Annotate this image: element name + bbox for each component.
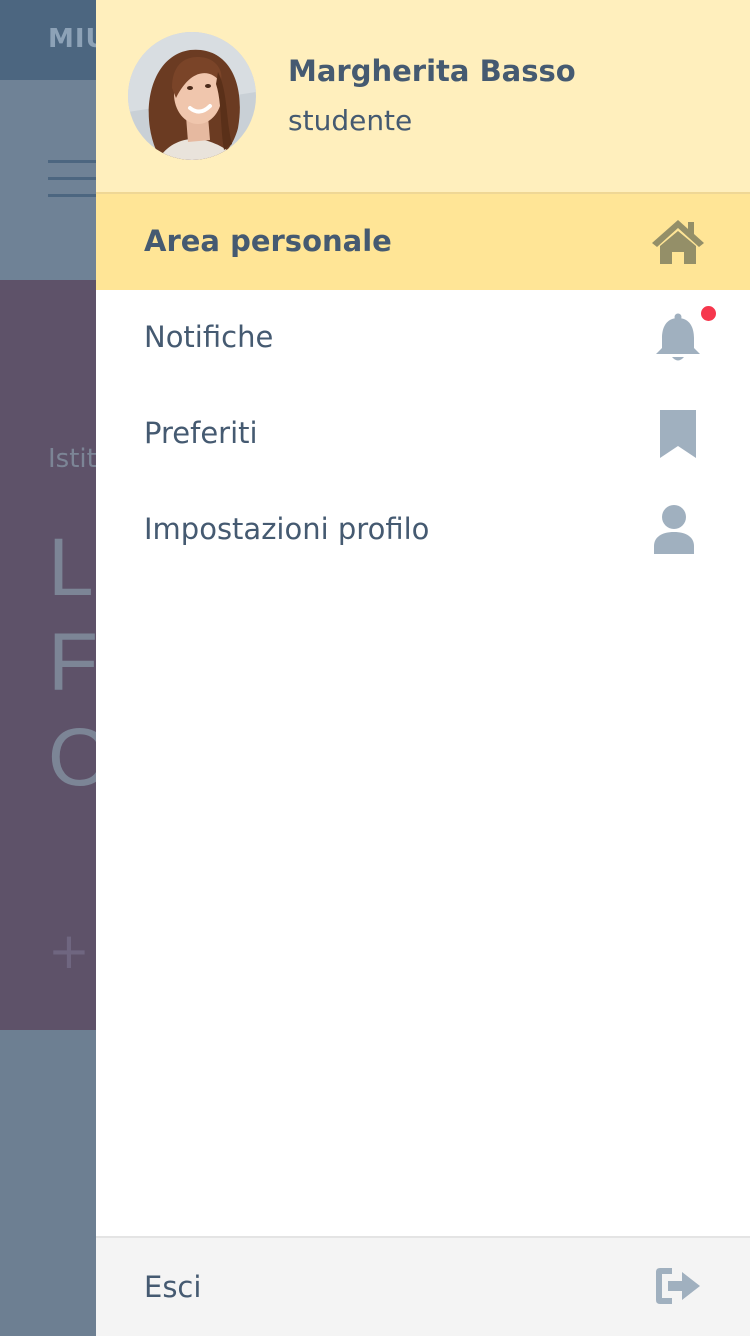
logout-icon (654, 1266, 704, 1306)
hamburger-menu-icon[interactable] (48, 160, 96, 198)
menu-item-notifiche[interactable]: Notifiche (96, 290, 750, 386)
menu-item-impostazioni-profilo[interactable]: Impostazioni profilo (96, 482, 750, 578)
menu-item-label: Preferiti (144, 416, 258, 450)
menu-item-label: Impostazioni profilo (144, 512, 430, 546)
menu-item-label: Notifiche (144, 320, 274, 354)
avatar[interactable] (128, 32, 256, 160)
user-icon (650, 504, 706, 556)
logout-label: Esci (144, 1270, 202, 1304)
user-name: Margherita Basso (288, 54, 576, 88)
bell-icon (650, 312, 706, 364)
bookmark-icon (650, 408, 706, 460)
drawer-header: Margherita Basso studente (96, 0, 750, 194)
background-hero-plus: + (48, 922, 90, 980)
navigation-drawer: Margherita Basso studente Area personale… (96, 0, 750, 1336)
background-hero-subtitle: Istit (48, 444, 97, 474)
home-icon (650, 216, 706, 268)
logout-button[interactable]: Esci (96, 1236, 750, 1336)
user-role: studente (288, 104, 413, 137)
notification-badge (701, 306, 716, 321)
menu-item-area-personale[interactable]: Area personale (96, 194, 750, 290)
menu-item-label: Area personale (144, 224, 392, 258)
menu-item-preferiti[interactable]: Preferiti (96, 386, 750, 482)
